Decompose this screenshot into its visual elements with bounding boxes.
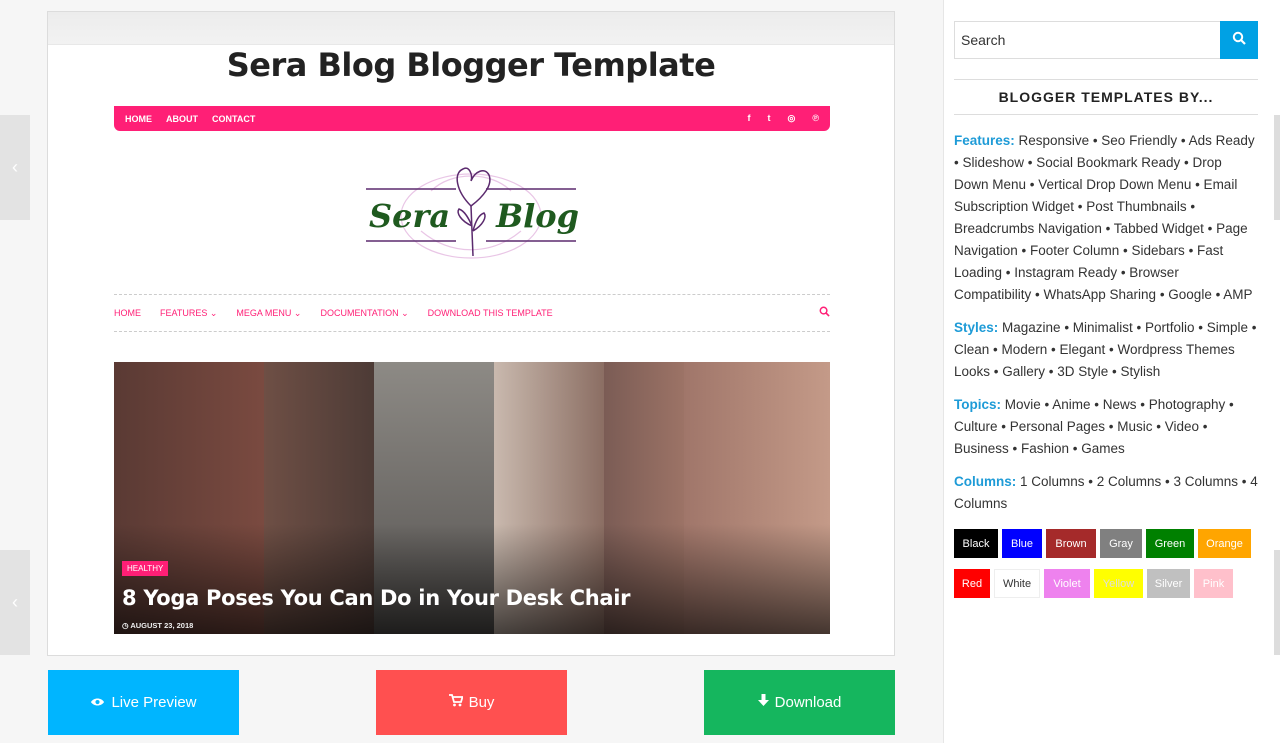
download-label: Download bbox=[774, 694, 842, 711]
download-button[interactable]: Download bbox=[704, 670, 895, 735]
preview-social-icons: f t ◎ ℗ bbox=[748, 113, 820, 124]
preview-logo-text: Sera Blog bbox=[369, 197, 579, 235]
hero-gradient bbox=[114, 524, 830, 634]
color-chip-gray[interactable]: Gray bbox=[1100, 529, 1142, 558]
search-icon bbox=[1232, 31, 1246, 50]
color-row-2: Red White Violet Yellow Silver Pink bbox=[954, 569, 1264, 598]
search-box: Search bbox=[954, 21, 1258, 59]
chevron-left-icon: ‹ bbox=[12, 157, 18, 177]
features-label: Features: bbox=[954, 133, 1015, 148]
color-chip-violet[interactable]: Violet bbox=[1044, 569, 1090, 598]
template-title: Sera Blog Blogger Template bbox=[226, 46, 716, 84]
hero-post-title: 8 Yoga Poses You Can Do in Your Desk Cha… bbox=[122, 586, 631, 610]
preview-nav-home: HOME bbox=[125, 113, 152, 124]
category-list: Features: Responsive • Seo Friendly • Ad… bbox=[954, 130, 1258, 526]
logo-word-blog: Blog bbox=[496, 197, 579, 235]
prev-arrow-tab-lower[interactable]: ‹ bbox=[0, 550, 30, 655]
color-chip-yellow[interactable]: Yellow bbox=[1094, 569, 1143, 598]
styles-links[interactable]: Magazine • Minimalist • Portfolio • Simp… bbox=[954, 320, 1257, 379]
color-chip-white[interactable]: White bbox=[994, 569, 1040, 598]
hero-category-badge: HEALTHY bbox=[122, 561, 169, 576]
preview-menu-mega: MEGA MENU ⌄ bbox=[236, 307, 302, 318]
color-chip-silver[interactable]: Silver bbox=[1147, 569, 1190, 598]
buy-button[interactable]: Buy bbox=[376, 670, 567, 735]
twitter-icon: t bbox=[767, 113, 771, 123]
pinterest-icon: ℗ bbox=[812, 113, 819, 123]
columns-group: Columns: 1 Columns • 2 Columns • 3 Colum… bbox=[954, 471, 1258, 515]
sidebar: Search BLOGGER TEMPLATES BY... Features:… bbox=[943, 0, 1280, 743]
preview-menu-home: HOME bbox=[114, 308, 141, 318]
features-links[interactable]: Responsive • Seo Friendly • Ads Ready • … bbox=[954, 133, 1255, 302]
topics-label: Topics: bbox=[954, 397, 1001, 412]
styles-label: Styles: bbox=[954, 320, 999, 335]
cart-icon bbox=[448, 694, 464, 711]
search-button[interactable] bbox=[1220, 21, 1258, 59]
color-chip-orange[interactable]: Orange bbox=[1198, 529, 1251, 558]
live-preview-button[interactable]: Live Preview bbox=[48, 670, 239, 735]
hero-post-date: ◷ AUGUST 23, 2018 bbox=[122, 621, 194, 630]
color-chip-black[interactable]: Black bbox=[954, 529, 998, 558]
preview-logo: Sera Blog bbox=[361, 161, 581, 261]
search-input[interactable]: Search bbox=[954, 21, 1220, 59]
page: { "template": { "title": "Sera Blog Blog… bbox=[0, 0, 1280, 743]
color-row-1: Black Blue Brown Gray Green Orange bbox=[954, 529, 1264, 558]
preview-main-menu: HOME FEATURES ⌄ MEGA MENU ⌄ DOCUMENTATIO… bbox=[114, 294, 830, 332]
preview-menu-features: FEATURES ⌄ bbox=[160, 307, 218, 318]
scroll-edge-lower bbox=[1274, 550, 1280, 655]
chevron-left-icon: ‹ bbox=[12, 592, 18, 612]
instagram-icon: ◎ bbox=[787, 113, 796, 123]
color-chip-brown[interactable]: Brown bbox=[1046, 529, 1096, 558]
color-filters: Black Blue Brown Gray Green Orange Red W… bbox=[954, 529, 1264, 609]
columns-label: Columns: bbox=[954, 474, 1017, 489]
template-screenshot[interactable]: HOME ABOUT CONTACT f t ◎ ℗ Sera Blog HOM… bbox=[96, 106, 848, 634]
features-group: Features: Responsive • Seo Friendly • Ad… bbox=[954, 130, 1258, 306]
scroll-edge bbox=[1274, 115, 1280, 220]
logo-word-sera: Sera bbox=[369, 197, 451, 235]
eye-icon bbox=[90, 694, 105, 711]
facebook-icon: f bbox=[747, 113, 751, 123]
preview-menu-download: DOWNLOAD THIS TEMPLATE bbox=[427, 308, 553, 318]
prev-arrow-tab[interactable]: ‹ bbox=[0, 115, 30, 220]
live-preview-label: Live Preview bbox=[111, 694, 197, 711]
preview-nav-contact: CONTACT bbox=[212, 113, 256, 124]
preview-top-nav: HOME ABOUT CONTACT f t ◎ ℗ bbox=[114, 106, 830, 131]
color-chip-blue[interactable]: Blue bbox=[1002, 529, 1042, 558]
download-arrow-icon bbox=[757, 694, 769, 711]
preview-nav-about: ABOUT bbox=[166, 113, 198, 124]
topics-group: Topics: Movie • Anime • News • Photograp… bbox=[954, 394, 1258, 460]
card-header-bar bbox=[48, 12, 894, 45]
styles-group: Styles: Magazine • Minimalist • Portfoli… bbox=[954, 317, 1258, 383]
color-chip-green[interactable]: Green bbox=[1146, 529, 1194, 558]
template-card: Sera Blog Blogger Template HOME ABOUT CO… bbox=[47, 11, 895, 656]
buy-label: Buy bbox=[468, 694, 495, 711]
preview-hero-image: HEALTHY 8 Yoga Poses You Can Do in Your … bbox=[114, 362, 830, 634]
preview-menu-documentation: DOCUMENTATION ⌄ bbox=[320, 307, 409, 318]
color-chip-red[interactable]: Red bbox=[954, 569, 990, 598]
sidebar-heading: BLOGGER TEMPLATES BY... bbox=[954, 79, 1258, 115]
search-icon bbox=[819, 306, 830, 320]
color-chip-pink[interactable]: Pink bbox=[1194, 569, 1233, 598]
